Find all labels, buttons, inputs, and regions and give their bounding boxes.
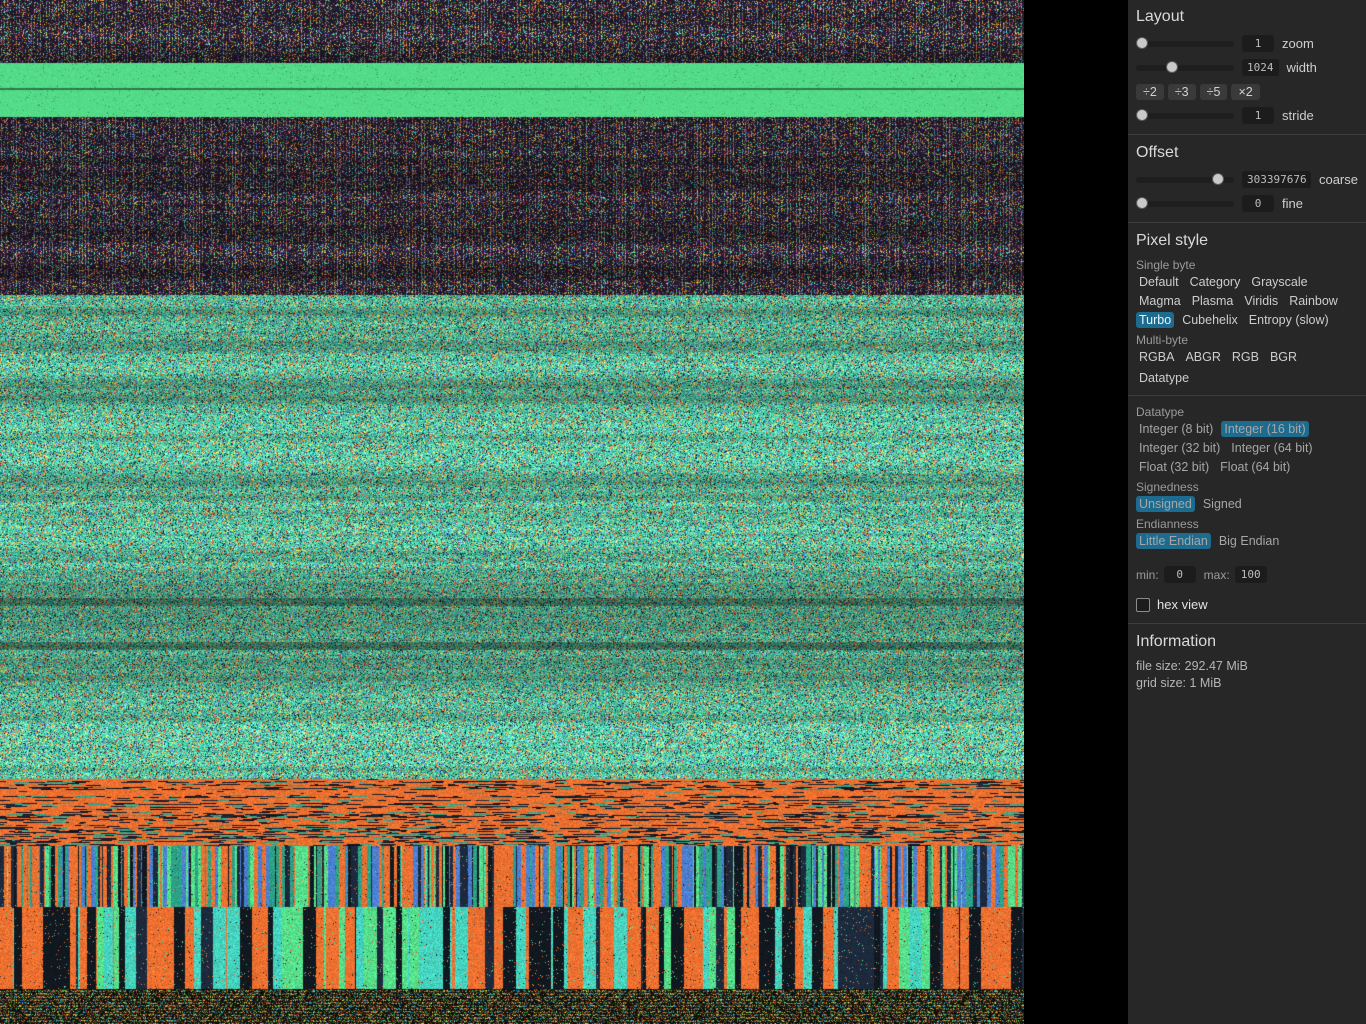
slider-track [1136,64,1234,71]
stride-row: 1 stride [1136,106,1358,125]
option-integer-16-bit[interactable]: Integer (16 bit) [1221,421,1309,437]
option-rgb[interactable]: RGB [1229,349,1262,365]
option-3[interactable]: ÷3 [1167,83,1196,100]
option-5[interactable]: ÷5 [1199,83,1228,100]
option-2[interactable]: ×2 [1231,83,1260,100]
grid-size-text: grid size: 1 MiB [1136,676,1222,690]
width-row: 1024 width [1136,58,1358,77]
zoom-label: zoom [1282,36,1314,51]
option-magma[interactable]: Magma [1136,293,1184,309]
coarse-offset-value-box[interactable]: 303397676 [1242,171,1311,188]
option-big-endian[interactable]: Big Endian [1216,533,1282,549]
single-byte-label: Single byte [1136,258,1196,272]
hex-view-row: hex view [1136,595,1358,614]
option-grayscale[interactable]: Grayscale [1248,274,1310,290]
section-divider [1128,623,1366,624]
option-float-64-bit[interactable]: Float (64 bit) [1217,459,1293,475]
stride-value-box[interactable]: 1 [1242,107,1274,124]
signedness-label: Signedness [1136,480,1199,494]
option-2[interactable]: ÷2 [1136,83,1164,100]
coarse-offset-slider[interactable] [1136,172,1234,188]
datatype-style-option: Datatype [1136,370,1358,386]
option-integer-64-bit[interactable]: Integer (64 bit) [1228,440,1315,456]
option-integer-8-bit[interactable]: Integer (8 bit) [1136,421,1216,437]
min-label: min: [1136,567,1159,582]
binary-visualization[interactable] [0,0,1024,1024]
multi-byte-options: RGBA ABGR RGB BGR [1136,349,1358,365]
fine-offset-row: 0 fine [1136,194,1358,213]
multi-byte-label: Multi-byte [1136,333,1189,347]
endianness-options: Little Endian Big Endian [1136,533,1358,549]
option-abgr[interactable]: ABGR [1182,349,1223,365]
endianness-label: Endianness [1136,517,1199,531]
option-plasma[interactable]: Plasma [1189,293,1237,309]
slider-track [1136,112,1234,119]
signedness-options: Unsigned Signed [1136,496,1358,512]
option-little-endian[interactable]: Little Endian [1136,533,1211,549]
file-size-text: file size: 292.47 MiB [1136,659,1248,673]
width-preset-buttons: ÷2 ÷3 ÷5 ×2 [1136,82,1358,101]
min-value-box[interactable]: 0 [1163,566,1196,583]
option-signed[interactable]: Signed [1200,496,1245,512]
coarse-offset-label: coarse [1318,172,1358,187]
slider-knob[interactable] [1136,196,1148,209]
width-label: width [1286,60,1317,75]
option-default[interactable]: Default [1136,274,1182,290]
max-value-box[interactable]: 100 [1234,566,1267,583]
single-byte-options: Default Category Grayscale Magma Plasma Virid… [1136,274,1358,328]
slider-knob[interactable] [1211,172,1224,185]
option-viridis[interactable]: Viridis [1241,293,1281,309]
min-max-row: min: 0 max: 100 [1136,565,1358,584]
option-float-32-bit[interactable]: Float (32 bit) [1136,459,1212,475]
option-rainbow[interactable]: Rainbow [1286,293,1341,309]
slider-track [1136,200,1234,207]
option-rgba[interactable]: RGBA [1136,349,1177,365]
offset-section-title: Offset [1136,144,1179,161]
control-panel: Layout 1 zoom 1024 width ÷2 ÷3 ÷5 ×2 1 stri… [1128,0,1366,1024]
section-divider [1128,222,1366,223]
width-value-box[interactable]: 1024 [1242,59,1279,76]
fine-offset-label: fine [1282,196,1303,211]
zoom-row: 1 zoom [1136,34,1358,53]
pixel-style-section-title: Pixel style [1136,232,1209,249]
layout-section-title: Layout [1136,8,1185,25]
information-section-title: Information [1136,633,1217,650]
hex-view-checkbox[interactable] [1136,597,1150,612]
slider-knob[interactable] [1136,108,1148,121]
max-label: max: [1203,567,1230,582]
datatype-options: Integer (8 bit) Integer (16 bit) Integer (… [1136,421,1358,475]
fine-offset-value-box[interactable]: 0 [1242,195,1274,212]
option-cubehelix[interactable]: Cubehelix [1179,312,1241,328]
zoom-slider[interactable] [1136,36,1234,52]
fine-offset-slider[interactable] [1136,196,1234,212]
slider-track [1136,40,1234,47]
hex-view-label: hex view [1157,597,1208,612]
option-datatype[interactable]: Datatype [1136,370,1192,386]
slider-knob[interactable] [1136,36,1148,49]
section-divider [1128,134,1366,135]
empty-area [1024,0,1128,1024]
option-bgr[interactable]: BGR [1267,349,1300,365]
coarse-offset-row: 303397676 coarse [1136,170,1358,189]
option-category[interactable]: Category [1187,274,1244,290]
zoom-value-box[interactable]: 1 [1242,35,1274,52]
stride-slider[interactable] [1136,108,1234,124]
option-integer-32-bit[interactable]: Integer (32 bit) [1136,440,1223,456]
option-turbo[interactable]: Turbo [1136,312,1175,328]
option-entropy-slow[interactable]: Entropy (slow) [1246,312,1332,328]
section-divider [1128,395,1366,396]
width-slider[interactable] [1136,60,1234,76]
datatype-section-title: Datatype [1136,405,1185,419]
slider-knob[interactable] [1166,60,1179,73]
option-unsigned[interactable]: Unsigned [1136,496,1195,512]
stride-label: stride [1282,108,1314,123]
